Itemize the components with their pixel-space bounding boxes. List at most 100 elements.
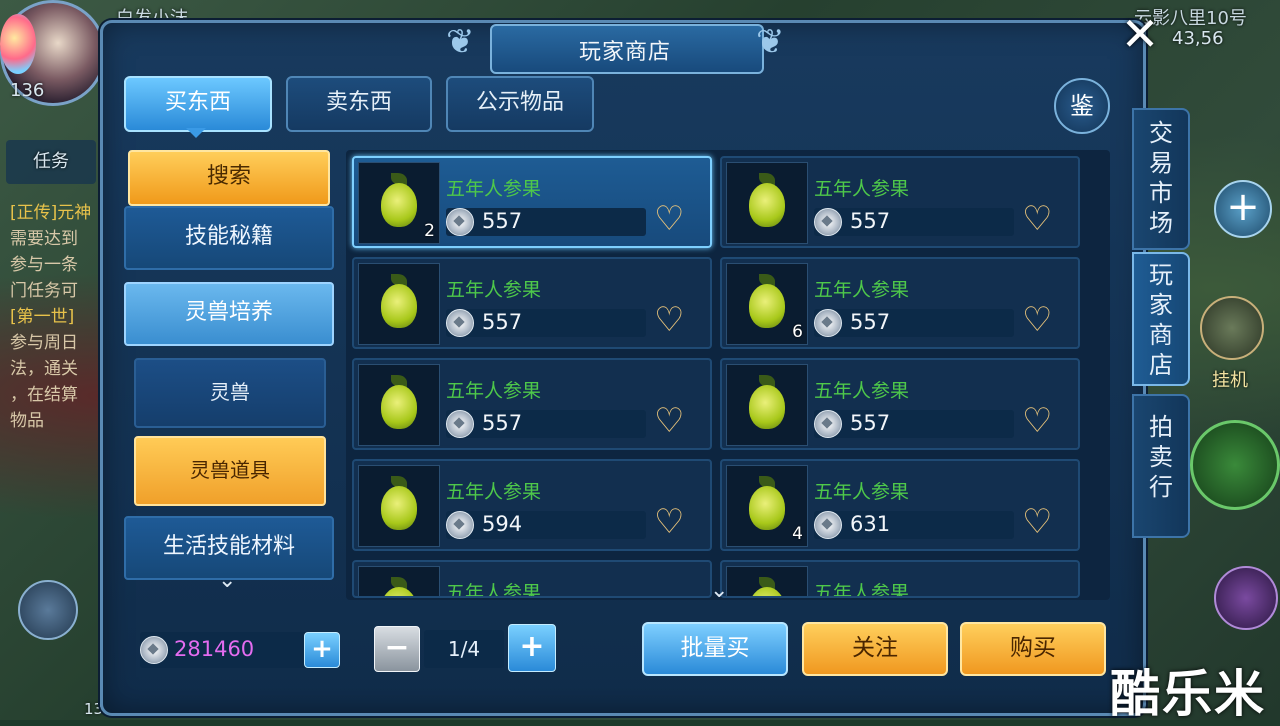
item-thumbnail xyxy=(358,263,440,345)
item-name: 五年人参果 xyxy=(446,582,542,598)
item-thumbnail: 2 xyxy=(358,162,440,244)
item-name: 五年人参果 xyxy=(814,582,910,598)
item-price: 631 xyxy=(850,512,891,536)
listing-card[interactable]: 五年人参果♡ xyxy=(352,560,712,598)
silver-coin-icon xyxy=(814,208,842,236)
skill-purple-icon[interactable] xyxy=(1214,566,1278,630)
buff-bubble-icon xyxy=(0,14,36,74)
item-name: 五年人参果 xyxy=(446,481,542,503)
price-bar: 631 xyxy=(814,511,1014,539)
item-thumbnail xyxy=(726,566,808,596)
favorite-heart-icon[interactable]: ♡ xyxy=(1022,505,1052,539)
search-button[interactable]: 搜索 xyxy=(128,150,330,206)
category-skill-books[interactable]: 技能秘籍 xyxy=(124,206,334,270)
category-scroll-chevron-icon[interactable]: ⌄ xyxy=(218,568,236,593)
quest-line: 参与一条 xyxy=(10,255,78,275)
quest-line: 需要达到 xyxy=(10,229,78,249)
item-name: 五年人参果 xyxy=(446,380,542,402)
tab-buy[interactable]: 买东西 xyxy=(124,76,272,132)
listing-card[interactable]: 五年人参果 557 ♡ xyxy=(352,257,712,349)
favorite-heart-icon[interactable]: ♡ xyxy=(654,404,684,438)
currency-amount: 281460 xyxy=(174,637,255,661)
favorite-heart-icon[interactable]: ♡ xyxy=(1022,202,1052,236)
favorite-heart-icon[interactable]: ♡ xyxy=(654,303,684,337)
favorite-heart-icon[interactable]: ♡ xyxy=(1022,404,1052,438)
listing-card[interactable]: 4 五年人参果 631 ♡ xyxy=(720,459,1080,551)
item-name: 五年人参果 xyxy=(814,178,910,200)
item-name: 五年人参果 xyxy=(814,481,910,503)
item-name: 五年人参果 xyxy=(814,380,910,402)
silver-coin-icon xyxy=(446,410,474,438)
grid-scroll-chevron-icon[interactable]: ⌄ xyxy=(710,578,728,603)
auto-battle-label[interactable]: 挂机 xyxy=(1212,366,1248,392)
item-thumbnail: 6 xyxy=(726,263,808,345)
item-thumbnail xyxy=(726,364,808,446)
silver-coin-icon xyxy=(446,208,474,236)
listing-card[interactable]: 五年人参果 594 ♡ xyxy=(352,459,712,551)
ginseng-fruit-icon xyxy=(749,284,785,328)
window-title: 玩家商店 xyxy=(578,40,671,65)
price-bar: 557 xyxy=(814,410,1014,438)
ginseng-fruit-icon xyxy=(381,183,417,227)
favorite-heart-icon[interactable]: ♡ xyxy=(1022,303,1052,337)
quest-line: ，在结算 xyxy=(10,385,78,405)
ornament-left-icon: ❦ xyxy=(446,22,475,62)
crossed-swords-icon[interactable] xyxy=(1200,296,1264,360)
side-tab-trade-market[interactable]: 交 易 市 场 xyxy=(1132,108,1190,250)
quest-tracker: [正传]元神 需要达到 参与一条 门任务可 [第一世] 参与周日 法，通关 ，在… xyxy=(10,200,100,434)
listing-card[interactable]: 五年人参果♡ xyxy=(720,560,1080,598)
skill-cloud-icon[interactable] xyxy=(1190,420,1280,510)
quest-line: 门任务可 xyxy=(10,281,78,301)
item-thumbnail xyxy=(358,364,440,446)
side-tab-auction-house[interactable]: 拍 卖 行 xyxy=(1132,394,1190,538)
side-tab-label: 交 易 市 场 xyxy=(1149,119,1173,237)
appraise-button[interactable]: 鉴 xyxy=(1054,78,1110,134)
listing-card[interactable]: 2 五年人参果 557 ♡ xyxy=(352,156,712,248)
silver-coin-icon xyxy=(140,636,168,664)
item-quantity: 2 xyxy=(424,221,435,241)
category-pet-training[interactable]: 灵兽培养 xyxy=(124,282,334,346)
item-name: 五年人参果 xyxy=(446,178,542,200)
tab-sell[interactable]: 卖东西 xyxy=(286,76,432,132)
add-currency-button[interactable]: + xyxy=(304,632,340,668)
watermark: 酷乐米 xyxy=(1110,665,1266,723)
expand-plus-icon[interactable]: + xyxy=(1214,180,1272,238)
ginseng-fruit-icon xyxy=(381,284,417,328)
prev-page-button[interactable]: − xyxy=(374,626,420,672)
quest-line: 参与周日 xyxy=(10,333,78,353)
price-bar: 557 xyxy=(814,309,1014,337)
close-icon[interactable]: ✕ xyxy=(1118,11,1162,57)
listing-card[interactable]: 6 五年人参果 557 ♡ xyxy=(720,257,1080,349)
favorite-heart-icon[interactable]: ♡ xyxy=(654,202,684,236)
listing-card[interactable]: 五年人参果 557 ♡ xyxy=(720,358,1080,450)
follow-button[interactable]: 关注 xyxy=(802,622,948,676)
item-price: 557 xyxy=(850,310,891,334)
item-price: 557 xyxy=(482,209,523,233)
price-bar: 594 xyxy=(446,511,646,539)
quest-line: [第一世] xyxy=(10,307,75,327)
quest-line: 法，通关 xyxy=(10,359,78,379)
buy-button[interactable]: 购买 xyxy=(960,622,1106,676)
silver-coin-icon xyxy=(446,309,474,337)
ginseng-fruit-icon xyxy=(749,486,785,530)
silver-coin-icon xyxy=(446,511,474,539)
subcategory-pets[interactable]: 灵兽 xyxy=(134,358,326,428)
next-page-button[interactable]: + xyxy=(508,624,556,672)
ginseng-fruit-icon xyxy=(749,587,785,596)
item-quantity: 4 xyxy=(792,524,803,544)
ginseng-fruit-icon xyxy=(749,385,785,429)
subcategory-pet-items[interactable]: 灵兽道具 xyxy=(134,436,326,506)
quest-line: 物品 xyxy=(10,411,44,431)
favorite-heart-icon[interactable]: ♡ xyxy=(654,505,684,539)
bulk-buy-button[interactable]: 批量买 xyxy=(642,622,788,676)
listing-card[interactable]: 五年人参果 557 ♡ xyxy=(352,358,712,450)
side-tab-player-shop[interactable]: 玩 家 商 店 xyxy=(1132,252,1190,386)
price-bar: 557 xyxy=(446,410,646,438)
item-price: 594 xyxy=(482,512,523,536)
ginseng-fruit-icon xyxy=(749,183,785,227)
item-name: 五年人参果 xyxy=(446,279,542,301)
listing-card[interactable]: 五年人参果 557 ♡ xyxy=(720,156,1080,248)
task-tab[interactable]: 任务 xyxy=(6,140,96,184)
tab-public-items[interactable]: 公示物品 xyxy=(446,76,594,132)
mount-icon[interactable] xyxy=(18,580,78,640)
